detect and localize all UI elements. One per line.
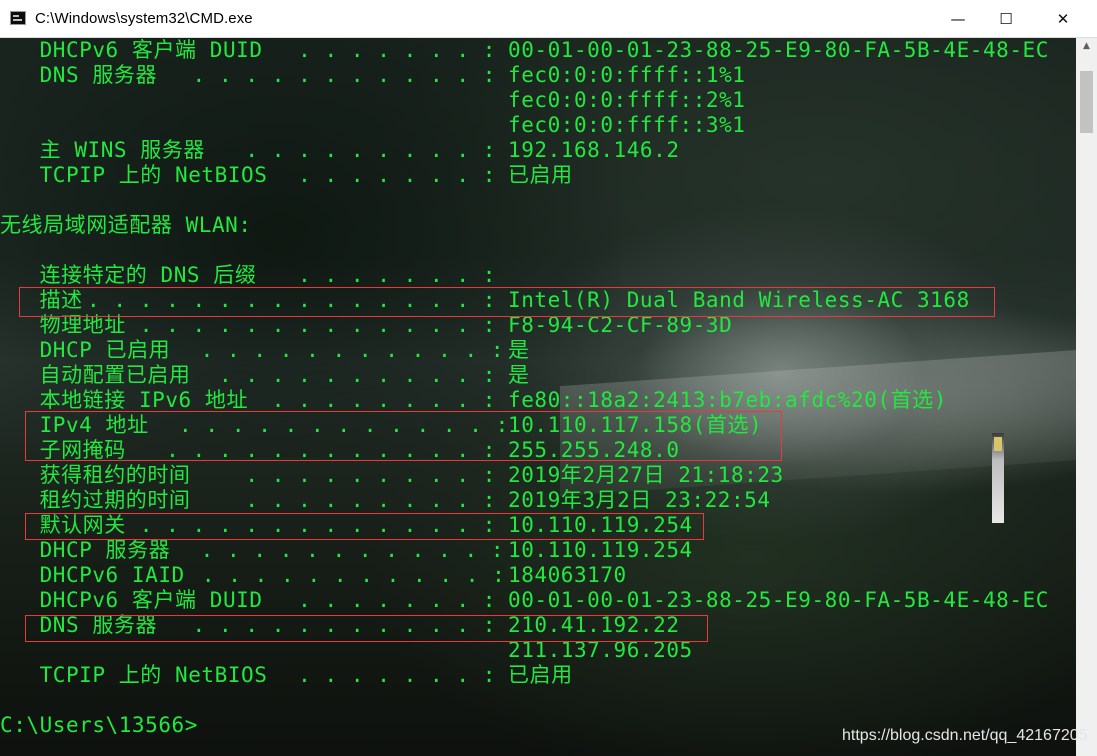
line-dots: . . . . . . . :	[271, 38, 496, 62]
line-value: fec0:0:0:ffff::2%1	[508, 88, 746, 112]
line-dots: . . . . . . . . . . . :	[174, 538, 505, 562]
line-value: 已启用	[508, 663, 573, 687]
console-line: 主 WINS 服务器 . . . . . . . . . : 192.168.14…	[0, 138, 1076, 163]
console-line: 本地链接 IPv6 地址 . . . . . . . . : fe80::18a2:…	[0, 388, 1076, 413]
line-dots: . . . . . . . . . . . :	[188, 563, 506, 587]
line-label: DNS 服务器	[0, 63, 158, 87]
line-dots: . . . . . . . . :	[271, 388, 496, 412]
console-line: DHCPv6 IAID . . . . . . . . . . . :18406…	[0, 563, 1076, 588]
line-value: fe80::18a2:2413:b7eb:afdc%20(首选)	[508, 388, 947, 412]
console-line: 自动配置已启用 . . . . . . . . . . : 是	[0, 363, 1076, 388]
console-line: DHCP 已启用 . . . . . . . . . . . :是	[0, 338, 1076, 363]
highlight-default-gateway	[25, 513, 704, 540]
line-dots: . . . . . . . . . :	[218, 463, 496, 487]
scrollbar-thumb[interactable]	[1080, 71, 1093, 133]
line-label: DHCP 已启用	[0, 338, 171, 362]
line-value: 10.110.119.254	[508, 538, 693, 562]
line-label: 连接特定的 DNS 后缀	[0, 263, 257, 287]
line-label: DHCP 服务器	[0, 538, 171, 562]
line-dots: . . . . . . . :	[271, 163, 496, 187]
line-value: 00-01-00-01-23-88-25-E9-80-FA-5B-4E-48-E…	[508, 38, 1049, 62]
line-dots: . . . . . . . :	[271, 588, 496, 612]
console-line: fec0:0:0:ffff::2%1	[0, 88, 1076, 113]
line-value: 192.168.146.2	[508, 138, 680, 162]
line-label: 无线局域网适配器 WLAN:	[0, 213, 252, 237]
console-line: 获得租约的时间 . . . . . . . . . : 2019年2月27日 21…	[0, 463, 1076, 488]
line-label: C:\Users\13566>	[0, 713, 198, 737]
line-label: DHCPv6 IAID	[0, 563, 185, 587]
line-value: 2019年3月2日 23:22:54	[508, 488, 771, 512]
scroll-up-arrow-icon[interactable]: ▲	[1076, 38, 1097, 55]
line-value: 是	[508, 338, 530, 362]
highlight-dns-server	[25, 615, 708, 642]
line-value: 184063170	[508, 563, 627, 587]
line-value: 已启用	[508, 163, 573, 187]
line-dots: . . . . . . . :	[271, 663, 496, 687]
line-dots: . . . . . . . :	[271, 263, 496, 287]
watermark-text: https://blog.csdn.net/qq_42167205	[842, 727, 1088, 744]
line-value: 是	[508, 363, 530, 387]
highlight-ipv4-subnet	[25, 411, 782, 461]
console-line: TCPIP 上的 NetBIOS . . . . . . . : 已启用	[0, 163, 1076, 188]
title-bar[interactable]: C:\Windows\system32\CMD.exe — ☐ ✕	[0, 0, 1097, 38]
line-dots: . . . . . . . . . :	[218, 488, 496, 512]
line-label: 主 WINS 服务器	[0, 138, 205, 162]
line-value: 00-01-00-01-23-88-25-E9-80-FA-5B-4E-48-E…	[508, 588, 1049, 612]
console-line: 无线局域网适配器 WLAN:	[0, 213, 1076, 238]
line-dots: . . . . . . . . . . :	[218, 363, 496, 387]
line-label: 本地链接 IPv6 地址	[0, 388, 249, 412]
cmd-app-icon[interactable]	[10, 11, 26, 25]
close-button[interactable]: ✕	[1040, 0, 1086, 38]
line-value: fec0:0:0:ffff::1%1	[508, 63, 746, 87]
line-label: TCPIP 上的 NetBIOS	[0, 163, 268, 187]
vertical-scrollbar[interactable]: ▲	[1076, 38, 1097, 756]
window-title: C:\Windows\system32\CMD.exe	[35, 10, 253, 27]
console-line: 租约过期的时间 . . . . . . . . . : 2019年3月2日 23:…	[0, 488, 1076, 513]
minimize-button[interactable]: —	[935, 0, 981, 38]
line-value: 2019年2月27日 21:18:23	[508, 463, 784, 487]
console-line: DHCP 服务器 . . . . . . . . . . . :10.110.1…	[0, 538, 1076, 563]
line-label: 获得租约的时间	[0, 463, 191, 487]
line-label: DHCPv6 客户端 DUID	[0, 38, 263, 62]
line-label: DHCPv6 客户端 DUID	[0, 588, 263, 612]
maximize-button[interactable]: ☐	[983, 0, 1029, 38]
line-label: 自动配置已启用	[0, 363, 191, 387]
console-line: DHCPv6 客户端 DUID . . . . . . . : 00-01-00-…	[0, 588, 1076, 613]
console-line: 连接特定的 DNS 后缀 . . . . . . . :	[0, 263, 1076, 288]
line-dots: . . . . . . . . . . . :	[174, 338, 505, 362]
highlight-description	[19, 287, 995, 317]
line-label: TCPIP 上的 NetBIOS	[0, 663, 268, 687]
console-line: fec0:0:0:ffff::3%1	[0, 113, 1076, 138]
line-dots: . . . . . . . . . . . :	[166, 63, 496, 87]
line-dots: . . . . . . . . . :	[218, 138, 496, 162]
line-label: 租约过期的时间	[0, 488, 191, 512]
line-value: fec0:0:0:ffff::3%1	[508, 113, 746, 137]
console-line: DHCPv6 客户端 DUID . . . . . . . : 00-01-00-…	[0, 38, 1076, 63]
console-line: TCPIP 上的 NetBIOS . . . . . . . : 已启用	[0, 663, 1076, 688]
console-line: DNS 服务器 . . . . . . . . . . . : fec0:0:0:…	[0, 63, 1076, 88]
